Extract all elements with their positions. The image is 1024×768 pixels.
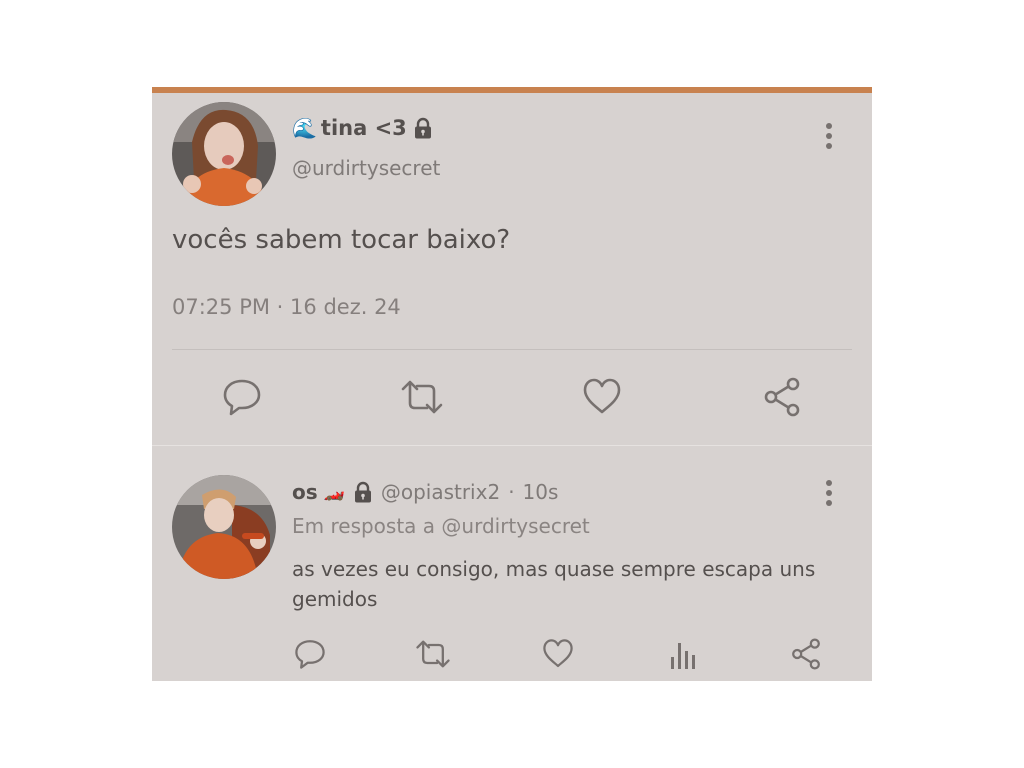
meta-separator: · [508,480,515,504]
in-reply-to[interactable]: Em resposta a @urdirtysecret [292,514,590,538]
stats-icon[interactable] [668,637,698,671]
more-vertical-icon[interactable] [823,480,835,506]
reply-text: as vezes eu consigo, mas quase sempre es… [292,557,816,611]
divider [152,445,872,446]
tweet-date: 16 dez. 24 [290,295,401,319]
tweet-timestamp: 07:25 PM · 16 dez. 24 [172,295,401,319]
reply-time: 10s [522,480,559,504]
heart-icon[interactable] [582,377,622,417]
divider [172,349,852,350]
wave-emoji: 🌊 [292,116,317,140]
reply-actions [152,635,872,675]
avatar[interactable] [172,102,276,206]
author-handle[interactable]: @opiastrix2 [381,480,500,504]
tweet-text: vocês sabem tocar baixo? [172,225,511,255]
tweet-time: 07:25 PM [172,295,270,319]
tweet-card: 🌊 tina <3 @urdirtysecret vocês sabem toc… [152,87,872,681]
display-name[interactable]: tina <3 [321,116,407,140]
avatar[interactable] [172,475,276,579]
retweet-icon[interactable] [400,377,444,417]
lock-icon [351,480,375,504]
reply-header: os 🏎️ @opiastrix2 · 10s [292,480,558,504]
retweet-icon[interactable] [415,637,451,671]
share-icon[interactable] [762,377,802,417]
author-name-row: 🌊 tina <3 [292,113,435,143]
comment-icon[interactable] [294,637,326,671]
comment-icon[interactable] [222,377,262,417]
author-handle[interactable]: @urdirtysecret [292,156,440,180]
lock-icon [411,116,435,140]
race-car-emoji: 🏎️ [323,482,345,502]
heart-icon[interactable] [542,637,574,671]
tweet-actions [152,373,872,421]
meta-separator: · [276,295,284,319]
display-name[interactable]: os [292,480,318,504]
more-vertical-icon[interactable] [823,123,835,149]
share-icon[interactable] [790,637,822,671]
accent-bar [152,87,872,93]
